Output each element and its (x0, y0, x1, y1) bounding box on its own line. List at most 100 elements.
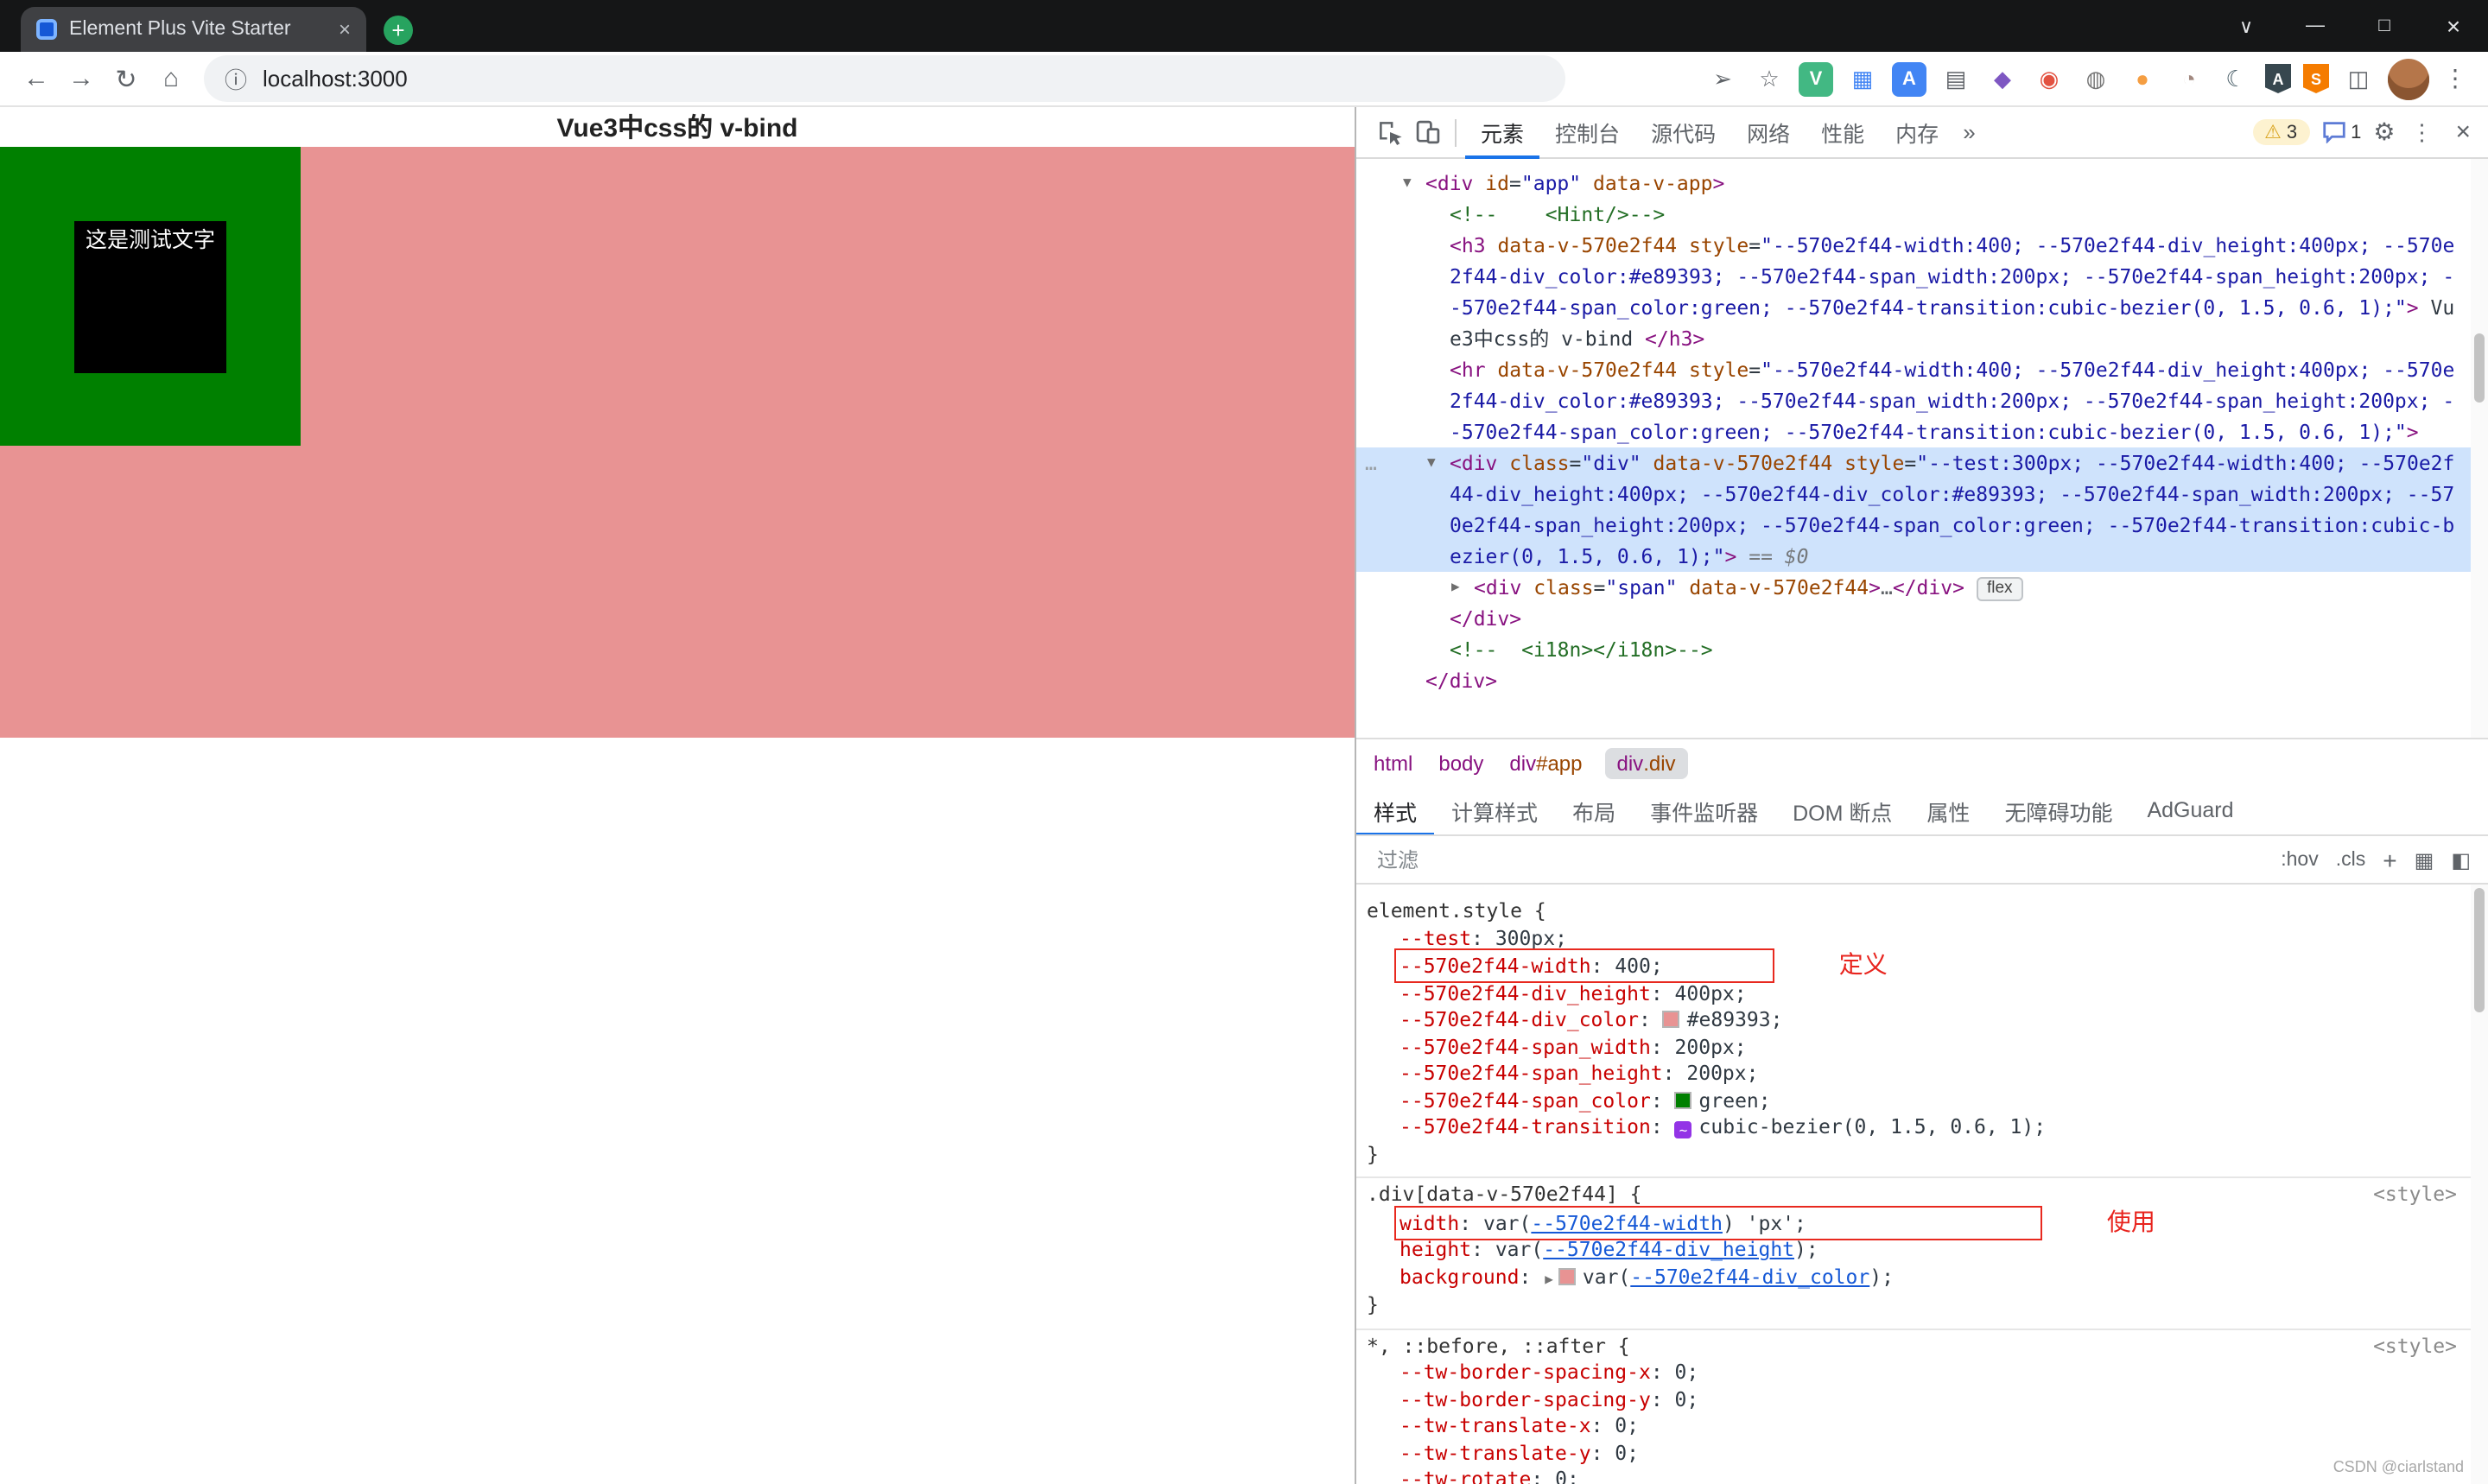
css-property[interactable]: --570e2f44-span_width: 200px; (1356, 1034, 2488, 1061)
css-property[interactable]: width: var(--570e2f44-width) 'px'; 使用 (1356, 1205, 2488, 1240)
styles-tab-1[interactable]: 样式 (1356, 786, 1435, 834)
rule-selector[interactable]: *, ::before, ::after {<style> (1356, 1333, 2488, 1360)
flex-badge[interactable]: flex (1976, 577, 2023, 601)
css-property[interactable]: --570e2f44-transition: ∼ cubic-bezier(0, … (1356, 1114, 2488, 1141)
close-button[interactable]: × (2419, 0, 2488, 52)
breadcrumb-item[interactable]: html (1370, 747, 1416, 778)
new-tab-button[interactable]: + (384, 16, 413, 45)
styles-tab-8[interactable]: AdGuard (2129, 786, 2250, 834)
vue-devtools-icon[interactable]: V (1799, 61, 1833, 96)
reload-button[interactable]: ↻ (104, 56, 149, 101)
styles-tab-6[interactable]: 属性 (1909, 786, 1987, 834)
css-property[interactable]: --570e2f44-span_height: 200px; (1356, 1061, 2488, 1088)
rendering-icon[interactable]: ▦ (2415, 847, 2434, 872)
styles-tab-2[interactable]: 计算样式 (1434, 786, 1555, 834)
styles-scrollbar[interactable] (2471, 885, 2488, 1484)
rule-selector[interactable]: element.style { (1356, 898, 2488, 925)
css-property[interactable]: --tw-translate-x: 0; (1356, 1413, 2488, 1440)
css-property[interactable]: background: ▶ var(--570e2f44-div_color); (1356, 1264, 2488, 1292)
elements-scrollbar[interactable] (2471, 159, 2488, 738)
css-var-link[interactable]: --570e2f44-width (1531, 1210, 1723, 1234)
color-swatch[interactable] (1558, 1267, 1576, 1284)
purple-extension-icon[interactable]: ◆ (1985, 61, 2020, 96)
minimize-button[interactable]: — (2281, 0, 2350, 52)
notes-extension-icon[interactable]: ▤ (1939, 61, 1973, 96)
breadcrumb-item[interactable]: body (1435, 747, 1487, 778)
darkmode-extension-icon[interactable]: ☾ (2218, 61, 2253, 96)
dom-tree-row[interactable]: </div> (1356, 665, 2488, 696)
css-property[interactable]: --570e2f44-div_height: 400px; (1356, 980, 2488, 1007)
orange-extension-icon[interactable]: ● (2125, 61, 2160, 96)
address-bar[interactable]: ⓘ localhost:3000 (204, 55, 1565, 102)
browser-tab[interactable]: Element Plus Vite Starter × (21, 7, 366, 52)
expand-arrow-icon[interactable]: ▶ (1545, 1271, 1553, 1286)
warnings-badge[interactable]: ⚠ 3 (2252, 119, 2310, 145)
back-button[interactable]: ← (14, 56, 59, 101)
grid-extension-icon[interactable]: ▦ (1845, 61, 1880, 96)
color-swatch[interactable] (1674, 1091, 1692, 1108)
dom-tree-row[interactable]: <!-- <Hint/>--> (1356, 199, 2488, 230)
styles-tab-3[interactable]: 布局 (1555, 786, 1633, 834)
css-property[interactable]: --570e2f44-width: 400; 定义 (1356, 948, 2488, 983)
disclosure-arrow[interactable]: ▼ (1427, 447, 1436, 479)
hover-state-toggle[interactable]: :hov (2281, 849, 2319, 870)
style-origin-link[interactable]: <style> (2373, 1333, 2457, 1360)
forward-button[interactable]: → (59, 56, 104, 101)
dom-tree-row[interactable]: ▼ <div id="app" data-v-app> (1356, 168, 2488, 199)
devtools-menu-icon[interactable]: ⋮ (2407, 118, 2436, 146)
inspect-element-icon[interactable] (1370, 113, 1408, 151)
dom-tree-row[interactable]: </div> (1356, 603, 2488, 634)
css-property[interactable]: --test: 300px; (1356, 925, 2488, 952)
dom-tree-row[interactable]: ▼… <div class="div" data-v-570e2f44 style… (1356, 447, 2488, 572)
bezier-icon[interactable]: ∼ (1674, 1121, 1692, 1138)
dom-tree-row[interactable]: <h3 data-v-570e2f44 style="--570e2f44-wi… (1356, 230, 2488, 354)
devtools-close-icon[interactable]: × (2448, 117, 2478, 147)
css-property[interactable]: --570e2f44-div_color: #e89393; (1356, 1007, 2488, 1034)
styles-tab-7[interactable]: 无障碍功能 (1987, 786, 2129, 834)
scrollbar-thumb[interactable] (2474, 333, 2485, 403)
overflow-dots-icon[interactable]: … (1365, 447, 1377, 479)
console-messages-badge[interactable]: 1 (2321, 121, 2361, 143)
devtools-tab-2[interactable]: 控制台 (1539, 106, 1635, 158)
css-property[interactable]: --tw-border-spacing-y: 0; (1356, 1386, 2488, 1413)
maximize-button[interactable]: □ (2350, 0, 2419, 52)
styles-tab-4[interactable]: 事件监听器 (1633, 786, 1775, 834)
share-icon[interactable]: ➢ (1705, 61, 1740, 96)
new-rule-button[interactable]: + (2383, 846, 2396, 873)
computed-sidebar-toggle-icon[interactable]: ◧ (2451, 847, 2471, 872)
css-property[interactable]: --tw-border-spacing-x: 0; (1356, 1360, 2488, 1386)
tab-close-icon[interactable]: × (339, 17, 351, 41)
dom-tree-row[interactable]: <hr data-v-570e2f44 style="--570e2f44-wi… (1356, 354, 2488, 447)
breadcrumb-item[interactable]: div .div (1604, 747, 1688, 778)
devtools-tab-3[interactable]: 源代码 (1635, 106, 1731, 158)
home-button[interactable]: ⌂ (149, 56, 194, 101)
css-property[interactable]: height: var(--570e2f44-div_height); (1356, 1237, 2488, 1264)
adguard-shield-icon[interactable]: A (2265, 64, 2291, 93)
settings-gear-icon[interactable]: ⚙ (2373, 117, 2395, 147)
tab-search-button[interactable]: ∨ (2212, 0, 2281, 52)
style-origin-link[interactable]: <style> (2373, 1182, 2457, 1208)
devtools-tab-1[interactable]: 元素 (1465, 106, 1540, 158)
devtools-tab-5[interactable]: 性能 (1806, 106, 1880, 158)
rule-selector[interactable]: .div[data-v-570e2f44] {<style> (1356, 1182, 2488, 1208)
color-swatch[interactable] (1662, 1011, 1680, 1028)
profile-avatar[interactable] (2388, 58, 2429, 99)
filter-input[interactable] (1374, 846, 2264, 873)
more-tabs-icon[interactable]: » (1954, 119, 1983, 145)
disclosure-arrow[interactable]: ▶ (1451, 572, 1460, 603)
site-info-icon[interactable]: ⓘ (225, 62, 247, 95)
css-var-link[interactable]: --570e2f44-div_height (1543, 1237, 1794, 1261)
css-property[interactable]: --tw-rotate: 0; (1356, 1467, 2488, 1484)
scrollbar-thumb[interactable] (2474, 888, 2485, 1012)
red-extension-icon[interactable]: ◉ (2032, 61, 2066, 96)
translate-icon[interactable]: A (1892, 61, 1926, 96)
dom-tree-row[interactable]: ▶ <div class="span" data-v-570e2f44>…</di… (1356, 572, 2488, 603)
css-property[interactable]: --570e2f44-span_color: green; (1356, 1088, 2488, 1114)
class-toggle[interactable]: .cls (2336, 849, 2366, 870)
orange-shield-icon[interactable]: S (2303, 64, 2329, 93)
gray-extension-icon[interactable]: ◍ (2079, 61, 2113, 96)
devtools-tab-4[interactable]: 网络 (1731, 106, 1806, 158)
styles-tab-5[interactable]: DOM 断点 (1775, 786, 1909, 834)
bookmark-star-icon[interactable]: ☆ (1752, 61, 1787, 96)
device-toolbar-icon[interactable] (1408, 113, 1446, 151)
